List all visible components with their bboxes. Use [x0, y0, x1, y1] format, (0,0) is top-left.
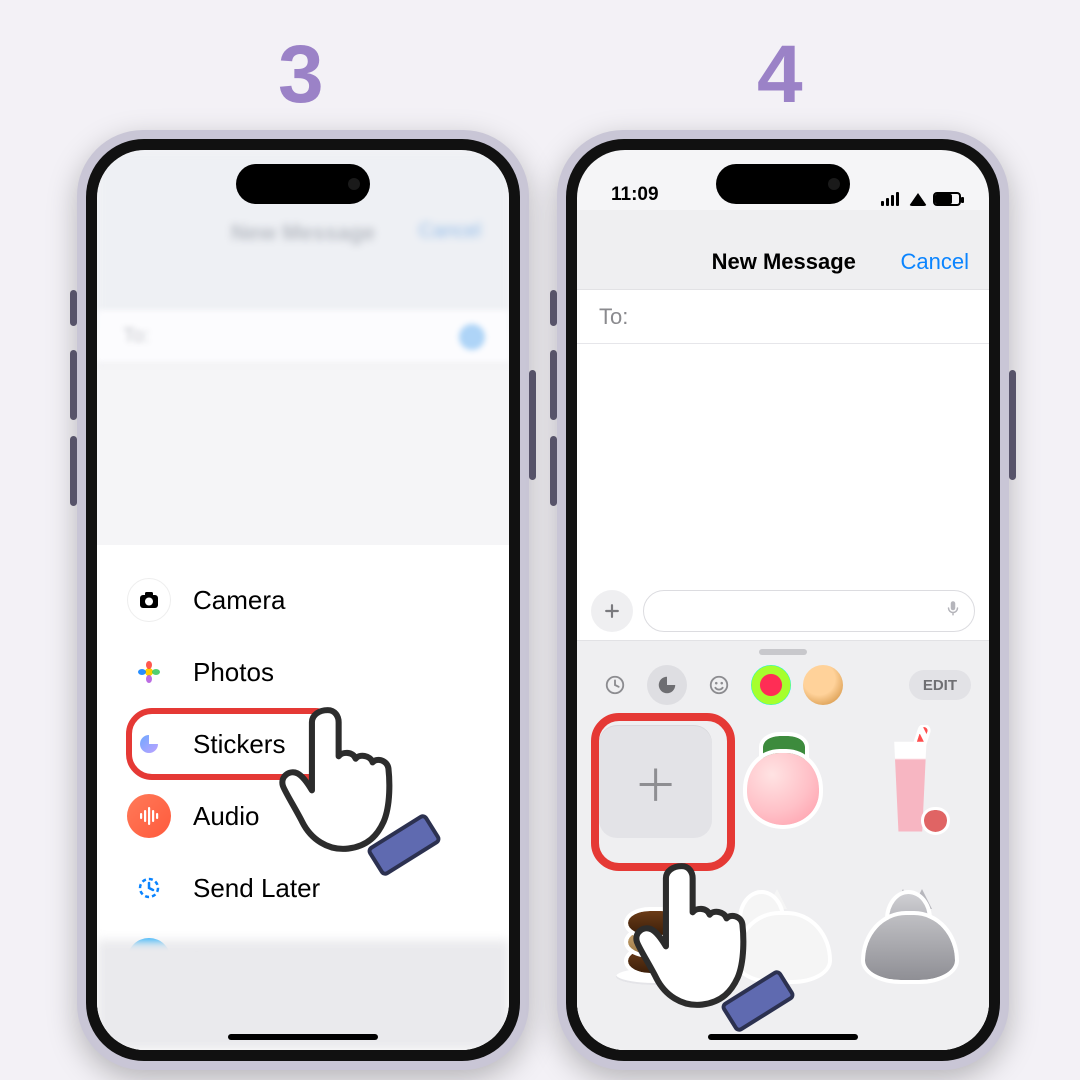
menu-label: Photos	[193, 657, 274, 688]
dynamic-island	[236, 164, 370, 204]
dictation-icon[interactable]	[944, 599, 962, 623]
menu-label: Send Later	[193, 873, 320, 904]
to-label: To:	[123, 325, 150, 348]
dynamic-island	[716, 164, 850, 204]
phone-silent-switch	[70, 290, 77, 326]
stickers-icon	[127, 722, 171, 766]
smoothie-sticker[interactable]	[854, 725, 967, 838]
message-input[interactable]	[643, 590, 975, 632]
gray-cat-sticker[interactable]	[854, 881, 967, 994]
wifi-icon	[909, 193, 927, 206]
screen-4: 11:09 New Message Cancel To:	[577, 150, 989, 1050]
phone-power-button	[529, 370, 536, 480]
phone-power-button	[1009, 370, 1016, 480]
phone-volume-up	[70, 350, 77, 420]
tab-recent[interactable]	[595, 665, 635, 705]
menu-item-photos[interactable]: Photos	[115, 639, 491, 705]
menu-label: Stickers	[193, 729, 285, 760]
to-field[interactable]: To:	[577, 290, 989, 344]
menu-item-camera[interactable]: Camera	[115, 567, 491, 633]
menu-item-send-later[interactable]: Send Later	[115, 855, 491, 921]
message-input-bar	[577, 582, 989, 640]
phone-step-3: New Message Cancel To: Camera	[77, 130, 529, 1070]
phone-step-4: 11:09 New Message Cancel To:	[557, 130, 1009, 1070]
screen-3: New Message Cancel To: Camera	[97, 150, 509, 1050]
attachment-menu-sheet: Camera	[97, 545, 509, 1050]
to-field-blurred[interactable]: To:	[97, 310, 509, 364]
drawer-tabs: EDIT	[577, 655, 989, 715]
sticker-drawer: EDIT ＋	[577, 640, 989, 1050]
compose-header: New Message Cancel	[577, 210, 989, 290]
phone-silent-switch	[550, 290, 557, 326]
edit-button[interactable]: EDIT	[909, 670, 971, 700]
add-recipient-icon[interactable]	[459, 324, 485, 350]
tab-stickers[interactable]	[647, 665, 687, 705]
menu-label: Camera	[193, 585, 285, 616]
phone-volume-down	[550, 436, 557, 506]
phone-volume-down	[70, 436, 77, 506]
menu-item-audio[interactable]: Audio	[115, 783, 491, 849]
battery-icon	[933, 192, 961, 206]
apps-button[interactable]	[591, 590, 633, 632]
audio-icon	[127, 794, 171, 838]
step-number-4: 4	[757, 34, 803, 116]
menu-label: Audio	[193, 801, 260, 832]
to-label: To:	[599, 304, 628, 330]
home-indicator[interactable]	[708, 1034, 858, 1040]
sticker-grid: ＋	[577, 715, 989, 1050]
page-title: New Message	[231, 220, 375, 246]
home-indicator[interactable]	[228, 1034, 378, 1040]
phone-volume-up	[550, 350, 557, 420]
add-sticker-button[interactable]: ＋	[599, 725, 712, 838]
status-time: 11:09	[611, 184, 659, 206]
cancel-button[interactable]: Cancel	[901, 249, 969, 275]
cellular-icon	[881, 192, 903, 206]
photos-icon	[127, 650, 171, 694]
camera-icon	[127, 578, 171, 622]
strawberry-sticker[interactable]	[726, 725, 839, 838]
tab-emoji[interactable]	[699, 665, 739, 705]
white-cat-sticker[interactable]	[726, 881, 839, 994]
send-later-icon	[127, 866, 171, 910]
tab-memoji[interactable]	[803, 665, 843, 705]
menu-item-stickers[interactable]: Stickers	[115, 711, 491, 777]
page-title: New Message	[667, 249, 901, 275]
donuts-sticker[interactable]	[599, 881, 712, 994]
tab-activity-rings[interactable]	[751, 665, 791, 705]
plus-icon: ＋	[634, 750, 678, 814]
cancel-button[interactable]: Cancel	[419, 220, 481, 243]
step-number-3: 3	[278, 34, 324, 116]
